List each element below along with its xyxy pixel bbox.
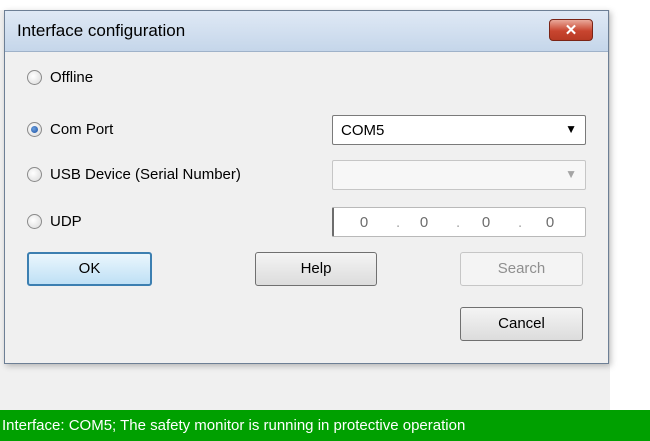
radio-udp-circle[interactable] [27, 213, 42, 229]
chevron-down-icon: ▼ [565, 167, 577, 181]
dialog-titlebar: Interface configuration ✕ [5, 11, 608, 52]
ip-separator: . [396, 214, 401, 231]
interface-configuration-dialog: Interface configuration ✕ Offline Com Po… [4, 10, 609, 364]
udp-ip-address-field[interactable]: 0 . 0 . 0 . 0 [332, 207, 586, 237]
close-button[interactable]: ✕ [549, 19, 593, 41]
com-port-value: COM5 [341, 122, 385, 139]
chevron-down-icon: ▼ [565, 122, 577, 136]
dialog-title: Interface configuration [17, 21, 186, 40]
cancel-button[interactable]: Cancel [460, 307, 583, 341]
top-strip [0, 0, 650, 10]
ip-octet-2[interactable]: 0 [414, 214, 434, 231]
background-panel [610, 0, 650, 441]
radio-udp-label: UDP [50, 212, 82, 230]
ip-octet-4[interactable]: 0 [540, 214, 560, 231]
radio-usb-device-label: USB Device (Serial Number) [50, 165, 241, 183]
radio-com-port-circle[interactable] [27, 121, 42, 137]
radio-usb-device-circle[interactable] [27, 166, 42, 182]
radio-offline-label: Offline [50, 68, 94, 86]
close-icon: ✕ [564, 22, 578, 39]
radio-com-port-label: Com Port [50, 120, 114, 138]
ip-separator: . [518, 214, 523, 231]
ip-octet-3[interactable]: 0 [476, 214, 496, 231]
search-button[interactable]: Search [460, 252, 583, 286]
com-port-select[interactable]: COM5 ▼ [332, 115, 586, 145]
radio-udp[interactable]: UDP [27, 209, 82, 233]
usb-device-select[interactable]: ▼ [332, 160, 586, 190]
ip-octet-1[interactable]: 0 [354, 214, 374, 231]
ok-button[interactable]: OK [27, 252, 152, 286]
radio-com-port[interactable]: Com Port [27, 117, 113, 141]
help-button[interactable]: Help [255, 252, 377, 286]
ip-separator: . [456, 214, 461, 231]
radio-offline[interactable]: Offline [27, 65, 93, 89]
radio-offline-circle[interactable] [27, 69, 42, 85]
radio-usb-device[interactable]: USB Device (Serial Number) [27, 162, 241, 186]
status-bar: Interface: COM5; The safety monitor is r… [0, 410, 650, 441]
